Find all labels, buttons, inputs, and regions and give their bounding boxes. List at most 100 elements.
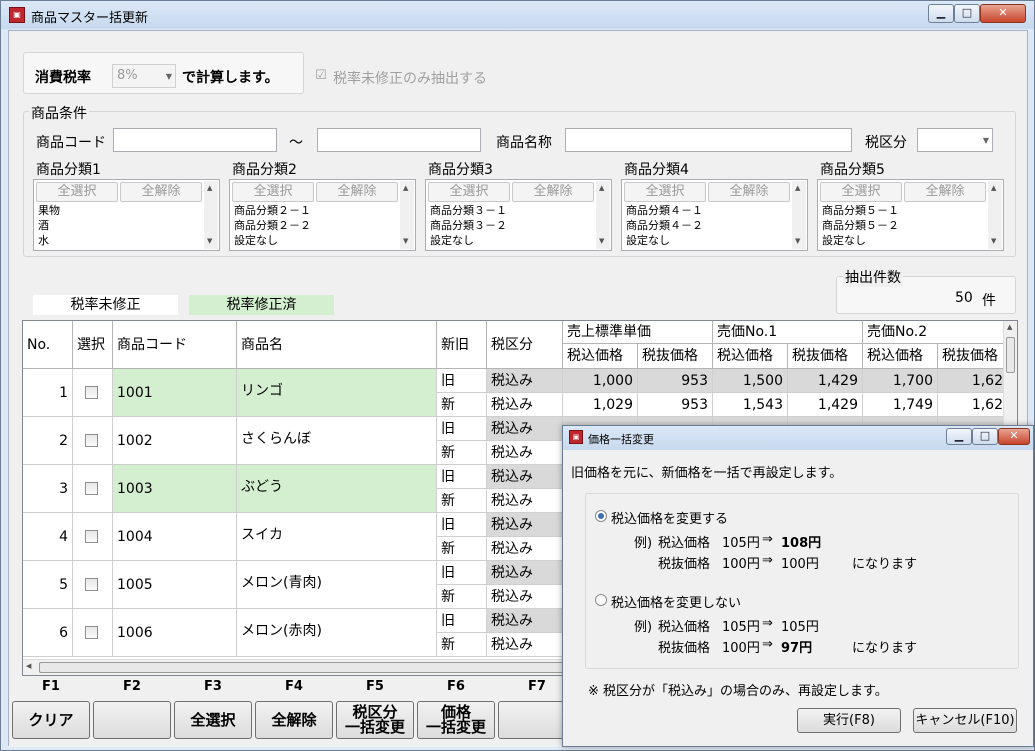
tax-class-select[interactable]: ▼ — [917, 128, 993, 152]
row-tax-class[interactable]: 税込み — [487, 609, 563, 633]
row-price[interactable]: 1,429 — [788, 393, 863, 417]
category-3-list[interactable]: 全選択 全解除 商品分類３－１ 商品分類３－２ 設定なし ▲ ▼ — [425, 179, 612, 251]
row-name[interactable]: スイカ — [237, 513, 437, 561]
option-change-label[interactable]: 税込価格を変更する — [611, 508, 728, 527]
category-item[interactable]: 設定なし — [234, 234, 278, 248]
maximize-button[interactable]: □ — [954, 4, 980, 23]
fkey-button-f4[interactable]: 全解除 — [255, 701, 333, 739]
scroll-down-icon[interactable]: ▼ — [207, 237, 212, 245]
category-item[interactable]: 商品分類２－１ — [234, 204, 311, 218]
category-item[interactable]: 商品分類４－２ — [626, 219, 703, 233]
row-tax-class[interactable]: 税込み — [487, 465, 563, 489]
dialog-minimize-button[interactable]: ▁ — [946, 428, 972, 445]
category-scrollbar[interactable]: ▲ ▼ — [596, 181, 610, 249]
scroll-up-icon[interactable]: ▲ — [599, 184, 604, 192]
row-price[interactable]: 1,62 — [938, 393, 1008, 417]
row-name[interactable]: さくらんぼ — [237, 417, 437, 465]
row-tax-class[interactable]: 税込み — [487, 585, 563, 609]
option-change-radio[interactable] — [595, 510, 607, 522]
row-select-checkbox[interactable] — [85, 386, 98, 399]
column-header-newold[interactable]: 新旧 — [437, 321, 487, 369]
fkey-button-f1[interactable]: クリア — [12, 701, 90, 739]
fkey-button-f3[interactable]: 全選択 — [174, 701, 252, 739]
category-item[interactable]: 商品分類２－２ — [234, 219, 311, 233]
execute-button[interactable]: 実行(F8) — [797, 708, 901, 733]
row-select-checkbox[interactable] — [85, 626, 98, 639]
scroll-up-icon[interactable]: ▲ — [207, 184, 212, 192]
category-scrollbar[interactable]: ▲ ▼ — [988, 181, 1002, 249]
minimize-button[interactable]: ▁ — [928, 4, 954, 23]
row-tax-class[interactable]: 税込み — [487, 441, 563, 465]
row-price[interactable]: 1,500 — [713, 369, 788, 393]
category-5-list[interactable]: 全選択 全解除 商品分類５－１ 商品分類５－２ 設定なし ▲ ▼ — [817, 179, 1004, 251]
column-header-select[interactable]: 選択 — [73, 321, 113, 369]
category-deselect-all-button[interactable]: 全解除 — [904, 182, 986, 202]
column-header-taxclass[interactable]: 税区分 — [487, 321, 563, 369]
category-item[interactable]: 商品分類３－２ — [430, 219, 507, 233]
category-deselect-all-button[interactable]: 全解除 — [512, 182, 594, 202]
category-item[interactable]: 設定なし — [822, 234, 866, 248]
category-item[interactable]: 商品分類３－１ — [430, 204, 507, 218]
column-header-code[interactable]: 商品コード — [113, 321, 237, 369]
row-name[interactable]: リンゴ — [237, 369, 437, 417]
category-item[interactable]: 商品分類５－１ — [822, 204, 899, 218]
row-select-checkbox[interactable] — [85, 482, 98, 495]
column-header-excl[interactable]: 税抜価格 — [788, 344, 863, 369]
category-item[interactable]: 設定なし — [626, 234, 670, 248]
category-4-list[interactable]: 全選択 全解除 商品分類４－１ 商品分類４－２ 設定なし ▲ ▼ — [621, 179, 808, 251]
category-scrollbar[interactable]: ▲ ▼ — [400, 181, 414, 249]
column-header-excl[interactable]: 税抜価格 — [638, 344, 713, 369]
row-code[interactable]: 1005 — [113, 561, 237, 609]
name-input[interactable] — [565, 128, 852, 152]
row-price[interactable]: 953 — [638, 369, 713, 393]
category-2-list[interactable]: 全選択 全解除 商品分類２－１ 商品分類２－２ 設定なし ▲ ▼ — [229, 179, 416, 251]
row-select-checkbox[interactable] — [85, 434, 98, 447]
row-tax-class[interactable]: 税込み — [487, 513, 563, 537]
row-code[interactable]: 1002 — [113, 417, 237, 465]
category-select-all-button[interactable]: 全選択 — [36, 182, 118, 202]
close-button[interactable]: ✕ — [980, 4, 1026, 23]
row-name[interactable]: メロン(赤肉) — [237, 609, 437, 657]
scroll-thumb[interactable] — [1006, 337, 1015, 373]
row-price[interactable]: 1,700 — [863, 369, 938, 393]
column-header-incl[interactable]: 税込価格 — [863, 344, 938, 369]
unmodified-only-checkbox-label[interactable]: 税率未修正のみ抽出する — [333, 68, 487, 88]
code-from-input[interactable] — [113, 128, 277, 152]
category-item[interactable]: 果物 — [38, 204, 60, 218]
column-header-no[interactable]: No. — [23, 321, 73, 369]
title-bar[interactable]: ▣ 商品マスター括更新 ▁ □ ✕ — [1, 1, 1034, 29]
option-keep-radio[interactable] — [595, 594, 607, 606]
scroll-up-icon[interactable]: ▲ — [403, 184, 408, 192]
category-item[interactable]: 水 — [38, 234, 49, 248]
row-price[interactable]: 1,543 — [713, 393, 788, 417]
row-tax-class[interactable]: 税込み — [487, 633, 563, 657]
row-code[interactable]: 1001 — [113, 369, 237, 417]
fkey-button-f5[interactable]: 税区分 一括変更 — [336, 701, 414, 739]
fkey-button-f6[interactable]: 価格 一括変更 — [417, 701, 495, 739]
scroll-down-icon[interactable]: ▼ — [991, 237, 996, 245]
row-price[interactable]: 953 — [638, 393, 713, 417]
cancel-button[interactable]: キャンセル(F10) — [913, 708, 1017, 733]
row-price[interactable]: 1,000 — [563, 369, 638, 393]
scroll-left-icon[interactable]: ◀ — [26, 662, 31, 670]
row-code[interactable]: 1003 — [113, 465, 237, 513]
category-1-list[interactable]: 全選択 全解除 果物酒水 ▲ ▼ — [33, 179, 220, 251]
scroll-down-icon[interactable]: ▼ — [599, 237, 604, 245]
category-item[interactable]: 商品分類５－２ — [822, 219, 899, 233]
row-price[interactable]: 1,429 — [788, 369, 863, 393]
category-select-all-button[interactable]: 全選択 — [624, 182, 706, 202]
scroll-up-icon[interactable]: ▲ — [1007, 323, 1012, 331]
scroll-up-icon[interactable]: ▲ — [795, 184, 800, 192]
row-tax-class[interactable]: 税込み — [487, 417, 563, 441]
scroll-down-icon[interactable]: ▼ — [403, 237, 408, 245]
row-price[interactable]: 1,029 — [563, 393, 638, 417]
scroll-down-icon[interactable]: ▼ — [795, 237, 800, 245]
row-tax-class[interactable]: 税込み — [487, 561, 563, 585]
category-select-all-button[interactable]: 全選択 — [820, 182, 902, 202]
row-tax-class[interactable]: 税込み — [487, 393, 563, 417]
row-select-checkbox[interactable] — [85, 578, 98, 591]
scroll-up-icon[interactable]: ▲ — [991, 184, 996, 192]
column-header-incl[interactable]: 税込価格 — [713, 344, 788, 369]
category-item[interactable]: 設定なし — [430, 234, 474, 248]
category-select-all-button[interactable]: 全選択 — [232, 182, 314, 202]
